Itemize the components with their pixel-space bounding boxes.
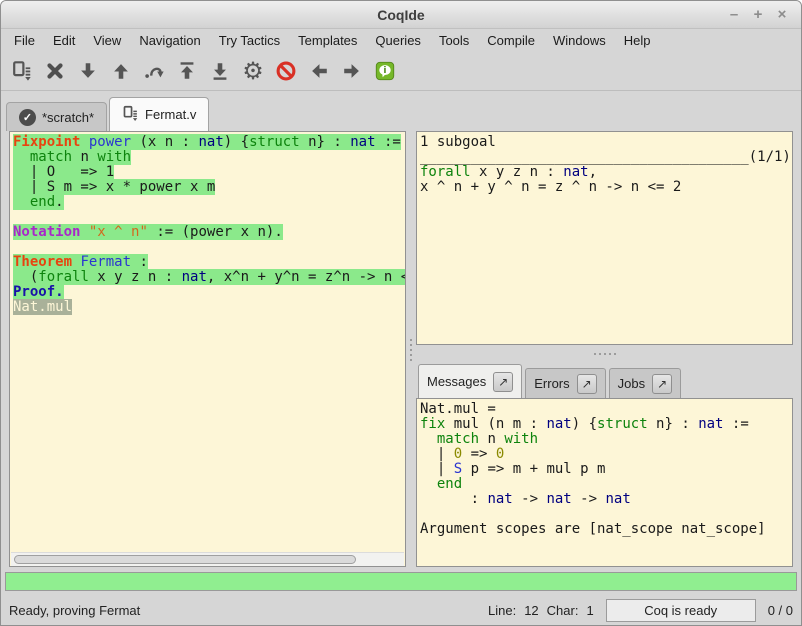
main-area: Fixpoint power (x n : nat) {struct n} : … <box>1 131 801 569</box>
progress-bar-area <box>1 569 801 595</box>
messages-notebook: Messages ↗ Errors ↗ Jobs ↗ Nat.mul =fix … <box>416 362 793 567</box>
svg-text:i: i <box>383 65 386 76</box>
line-value: 12 <box>524 603 538 618</box>
menu-queries[interactable]: Queries <box>366 31 430 50</box>
document-tab-bar: ✓ *scratch* Fermat.v <box>1 91 801 131</box>
menu-view[interactable]: View <box>84 31 130 50</box>
script-code: Fixpoint power (x n : nat) {struct n} : … <box>10 132 405 315</box>
detach-icon[interactable]: ↗ <box>577 374 597 394</box>
minimize-button[interactable]: – <box>725 6 743 23</box>
detach-icon[interactable]: ↗ <box>493 372 513 392</box>
toolbar: ⚙ i <box>1 51 801 91</box>
coqide-window: CoqIde – + × File Edit View Navigation T… <box>0 0 802 626</box>
check-circle-icon: ✓ <box>19 109 36 126</box>
menu-templates[interactable]: Templates <box>289 31 366 50</box>
right-column: 1 subgoal_______________________________… <box>416 131 793 569</box>
gear-icon[interactable]: ⚙ <box>240 57 266 85</box>
window-title: CoqIde <box>1 7 801 23</box>
tab-scratch[interactable]: ✓ *scratch* <box>6 102 107 131</box>
go-to-cursor-icon[interactable] <box>141 57 167 85</box>
tab-messages[interactable]: Messages ↗ <box>418 364 522 398</box>
tab-jobs[interactable]: Jobs ↗ <box>609 368 681 398</box>
previous-icon[interactable] <box>306 57 332 85</box>
page-down-icon[interactable] <box>9 57 35 85</box>
tab-errors-label: Errors <box>534 376 569 391</box>
close-button[interactable]: × <box>773 6 791 23</box>
menu-compile[interactable]: Compile <box>478 31 544 50</box>
char-label: Char: <box>547 603 579 618</box>
status-right-group: Line: 12 Char: 1 Coq is ready 0 / 0 <box>488 599 793 622</box>
menu-help[interactable]: Help <box>615 31 660 50</box>
step-backward-icon[interactable] <box>108 57 134 85</box>
step-forward-icon[interactable] <box>75 57 101 85</box>
progress-bar <box>5 572 797 591</box>
script-editor[interactable]: Fixpoint power (x n : nat) {struct n} : … <box>9 131 406 567</box>
horizontal-scrollbar[interactable] <box>11 552 404 566</box>
messages-code: Nat.mul =fix mul (n m : nat) {struct n} … <box>417 399 792 537</box>
messages-tab-bar: Messages ↗ Errors ↗ Jobs ↗ <box>416 362 793 398</box>
coq-status-indicator: Coq is ready <box>606 599 756 622</box>
menu-tools[interactable]: Tools <box>430 31 478 50</box>
status-bar: Ready, proving Fermat Line: 12 Char: 1 C… <box>1 595 801 625</box>
menu-try-tactics[interactable]: Try Tactics <box>210 31 289 50</box>
go-to-start-icon[interactable] <box>174 57 200 85</box>
tab-scratch-label: *scratch* <box>42 110 94 125</box>
title-bar: CoqIde – + × <box>1 1 801 29</box>
horizontal-splitter[interactable] <box>416 345 793 362</box>
menu-windows[interactable]: Windows <box>544 31 615 50</box>
menu-edit[interactable]: Edit <box>44 31 84 50</box>
horizontal-scrollbar-thumb[interactable] <box>14 555 356 564</box>
next-icon[interactable] <box>339 57 365 85</box>
tab-errors[interactable]: Errors ↗ <box>525 368 605 398</box>
job-counter: 0 / 0 <box>768 603 793 618</box>
page-down-icon <box>122 105 139 125</box>
splitter-handle-dots <box>410 339 412 361</box>
messages-view[interactable]: Nat.mul =fix mul (n m : nat) {struct n} … <box>416 398 793 567</box>
tab-messages-label: Messages <box>427 374 486 389</box>
maximize-button[interactable]: + <box>749 6 767 23</box>
goal-view[interactable]: 1 subgoal_______________________________… <box>416 131 793 345</box>
menu-bar: File Edit View Navigation Try Tactics Te… <box>1 29 801 51</box>
menu-file[interactable]: File <box>5 31 44 50</box>
tab-jobs-label: Jobs <box>618 376 645 391</box>
tab-fermat[interactable]: Fermat.v <box>109 97 209 131</box>
char-value: 1 <box>586 603 593 618</box>
line-label: Line: <box>488 603 516 618</box>
detach-icon[interactable]: ↗ <box>652 374 672 394</box>
window-controls: – + × <box>725 6 801 23</box>
vertical-splitter[interactable] <box>406 131 416 569</box>
go-to-end-icon[interactable] <box>207 57 233 85</box>
interrupt-icon[interactable] <box>273 57 299 85</box>
goal-code: 1 subgoal_______________________________… <box>417 132 792 195</box>
splitter-handle-dots <box>594 353 616 355</box>
tab-fermat-label: Fermat.v <box>145 107 196 122</box>
about-info-icon[interactable]: i <box>372 57 398 85</box>
status-message: Ready, proving Fermat <box>9 603 140 618</box>
menu-navigation[interactable]: Navigation <box>130 31 209 50</box>
close-x-icon[interactable] <box>42 57 68 85</box>
